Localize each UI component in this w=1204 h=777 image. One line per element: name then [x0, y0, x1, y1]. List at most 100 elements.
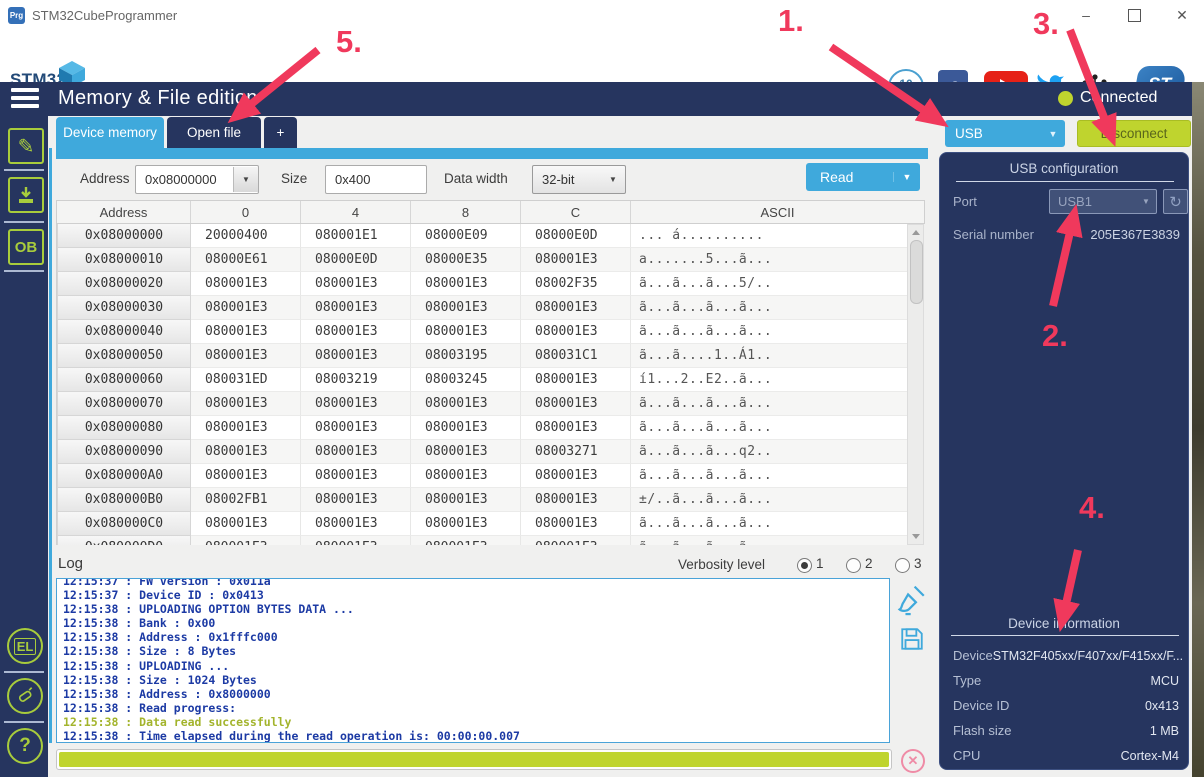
- address-cell[interactable]: 0x08000050: [57, 344, 191, 368]
- hex-cell[interactable]: 080001E3: [411, 512, 521, 536]
- address-cell[interactable]: 0x08000040: [57, 320, 191, 344]
- hex-cell[interactable]: 080001E3: [521, 512, 631, 536]
- address-cell[interactable]: 0x08000070: [57, 392, 191, 416]
- hex-cell[interactable]: 08003219: [301, 368, 411, 392]
- hex-cell[interactable]: 080001E3: [191, 272, 301, 296]
- table-row[interactable]: 0x080000A0080001E3080001E3080001E3080001…: [57, 464, 908, 488]
- sidebar-item-help[interactable]: ?: [7, 728, 43, 764]
- address-cell[interactable]: 0x080000C0: [57, 512, 191, 536]
- hex-cell[interactable]: 080031ED: [191, 368, 301, 392]
- verbosity-radio-1[interactable]: [797, 558, 812, 573]
- scrollbar-thumb[interactable]: [910, 240, 923, 304]
- hex-cell[interactable]: 080001E3: [411, 488, 521, 512]
- tab-open-file[interactable]: Open file: [167, 117, 261, 148]
- table-row[interactable]: 0x080000D0080001E3080001E3080001E3080001…: [57, 536, 908, 545]
- close-button[interactable]: ✕: [1162, 0, 1202, 30]
- hex-cell[interactable]: 080001E3: [191, 392, 301, 416]
- hex-cell[interactable]: 080001E3: [521, 536, 631, 545]
- address-cell[interactable]: 0x08000060: [57, 368, 191, 392]
- chevron-down-icon[interactable]: ▼: [1041, 129, 1065, 139]
- refresh-ports-icon[interactable]: ↻: [1163, 189, 1188, 214]
- hamburger-menu-icon[interactable]: [11, 88, 39, 112]
- minimize-button[interactable]: –: [1066, 0, 1106, 30]
- scroll-up-icon[interactable]: [912, 230, 920, 235]
- data-width-combo[interactable]: 32-bit ▼: [532, 165, 626, 194]
- hex-cell[interactable]: 080001E3: [301, 464, 411, 488]
- hex-cell[interactable]: 080001E3: [411, 320, 521, 344]
- table-scrollbar[interactable]: [907, 224, 924, 545]
- hex-cell[interactable]: 08000E0D: [301, 248, 411, 272]
- table-row[interactable]: 0x08000040080001E3080001E3080001E3080001…: [57, 320, 908, 344]
- hex-cell[interactable]: 080001E3: [521, 368, 631, 392]
- hex-cell[interactable]: 08000E0D: [521, 224, 631, 248]
- hex-cell[interactable]: 080001E3: [301, 272, 411, 296]
- disconnect-button[interactable]: Disconnect: [1077, 120, 1191, 147]
- hex-cell[interactable]: 080001E3: [411, 440, 521, 464]
- hex-cell[interactable]: 080001E3: [191, 512, 301, 536]
- address-cell[interactable]: 0x080000B0: [57, 488, 191, 512]
- hex-cell[interactable]: 080001E3: [191, 344, 301, 368]
- hex-cell[interactable]: 080001E3: [191, 536, 301, 545]
- table-row[interactable]: 0x08000050080001E3080001E308003195080031…: [57, 344, 908, 368]
- hex-cell[interactable]: 080001E3: [521, 248, 631, 272]
- hex-cell[interactable]: 20000400: [191, 224, 301, 248]
- clear-log-icon[interactable]: [896, 584, 928, 618]
- table-row[interactable]: 0x08000080080001E3080001E3080001E3080001…: [57, 416, 908, 440]
- read-button[interactable]: Read ▼: [806, 163, 920, 191]
- hex-cell[interactable]: 080001E3: [301, 392, 411, 416]
- verbosity-radio-2[interactable]: [846, 558, 861, 573]
- hex-cell[interactable]: 080031C1: [521, 344, 631, 368]
- scroll-down-icon[interactable]: [912, 534, 920, 539]
- table-row[interactable]: 0x080000B008002FB1080001E3080001E3080001…: [57, 488, 908, 512]
- address-cell[interactable]: 0x08000000: [57, 224, 191, 248]
- address-combo[interactable]: 0x08000000 ▼: [135, 165, 259, 194]
- table-row[interactable]: 0x0800000020000400080001E108000E0908000E…: [57, 224, 908, 248]
- port-combo[interactable]: USB1 ▼: [1049, 189, 1157, 214]
- hex-cell[interactable]: 080001E3: [301, 296, 411, 320]
- hex-cell[interactable]: 08000E61: [191, 248, 301, 272]
- hex-cell[interactable]: 08000E09: [411, 224, 521, 248]
- table-row[interactable]: 0x0800001008000E6108000E0D08000E35080001…: [57, 248, 908, 272]
- hex-cell[interactable]: 080001E3: [191, 320, 301, 344]
- hex-cell[interactable]: 080001E3: [411, 392, 521, 416]
- address-cell[interactable]: 0x08000080: [57, 416, 191, 440]
- hex-cell[interactable]: 08003271: [521, 440, 631, 464]
- address-cell[interactable]: 0x08000010: [57, 248, 191, 272]
- hex-cell[interactable]: 080001E3: [521, 296, 631, 320]
- sidebar-item-stlink-probe[interactable]: [7, 678, 43, 714]
- verbosity-radio-3[interactable]: [895, 558, 910, 573]
- tab-add-button[interactable]: +: [264, 117, 297, 148]
- sidebar-item-erase-programming[interactable]: [8, 177, 44, 213]
- hex-cell[interactable]: 080001E3: [521, 320, 631, 344]
- hex-cell[interactable]: 080001E3: [411, 416, 521, 440]
- hex-cell[interactable]: 080001E3: [301, 320, 411, 344]
- address-cell[interactable]: 0x08000030: [57, 296, 191, 320]
- maximize-button[interactable]: [1114, 0, 1154, 30]
- size-input[interactable]: 0x400: [325, 165, 427, 194]
- address-cell[interactable]: 0x08000020: [57, 272, 191, 296]
- address-cell[interactable]: 0x080000D0: [57, 536, 191, 545]
- sidebar-item-external-loaders[interactable]: EL: [7, 628, 43, 664]
- address-cell[interactable]: 0x080000A0: [57, 464, 191, 488]
- hex-cell[interactable]: 080001E1: [301, 224, 411, 248]
- hex-cell[interactable]: 080001E3: [191, 296, 301, 320]
- hex-cell[interactable]: 080001E3: [191, 416, 301, 440]
- table-row[interactable]: 0x08000030080001E3080001E3080001E3080001…: [57, 296, 908, 320]
- table-row[interactable]: 0x08000060080031ED0800321908003245080001…: [57, 368, 908, 392]
- hex-cell[interactable]: 08002F35: [521, 272, 631, 296]
- hex-cell[interactable]: 080001E3: [301, 536, 411, 545]
- cancel-operation-icon[interactable]: ✕: [901, 749, 925, 773]
- hex-cell[interactable]: 080001E3: [411, 536, 521, 545]
- hex-cell[interactable]: 080001E3: [411, 296, 521, 320]
- hex-cell[interactable]: 080001E3: [301, 488, 411, 512]
- hex-cell[interactable]: 080001E3: [301, 512, 411, 536]
- hex-cell[interactable]: 080001E3: [301, 344, 411, 368]
- chevron-down-icon[interactable]: ▼: [233, 167, 258, 192]
- hex-cell[interactable]: 08003195: [411, 344, 521, 368]
- log-output[interactable]: 12:15:37 : FW version : 0x011a12:15:37 :…: [56, 578, 890, 743]
- tab-device-memory[interactable]: Device memory: [56, 117, 164, 148]
- address-cell[interactable]: 0x08000090: [57, 440, 191, 464]
- hex-cell[interactable]: 080001E3: [301, 416, 411, 440]
- table-row[interactable]: 0x08000090080001E3080001E3080001E3080032…: [57, 440, 908, 464]
- sidebar-item-memory-edit[interactable]: ✎: [8, 128, 44, 164]
